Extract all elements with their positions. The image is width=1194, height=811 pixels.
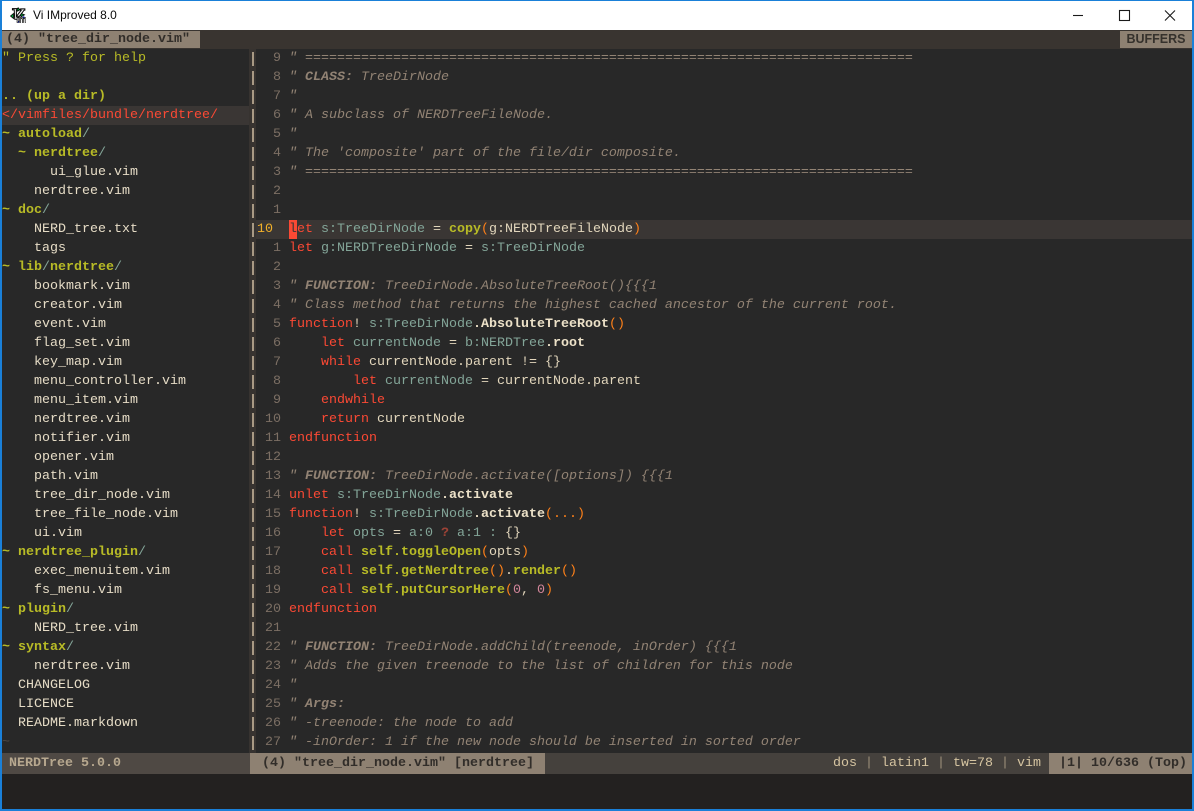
svg-text:im: im (16, 15, 26, 24)
